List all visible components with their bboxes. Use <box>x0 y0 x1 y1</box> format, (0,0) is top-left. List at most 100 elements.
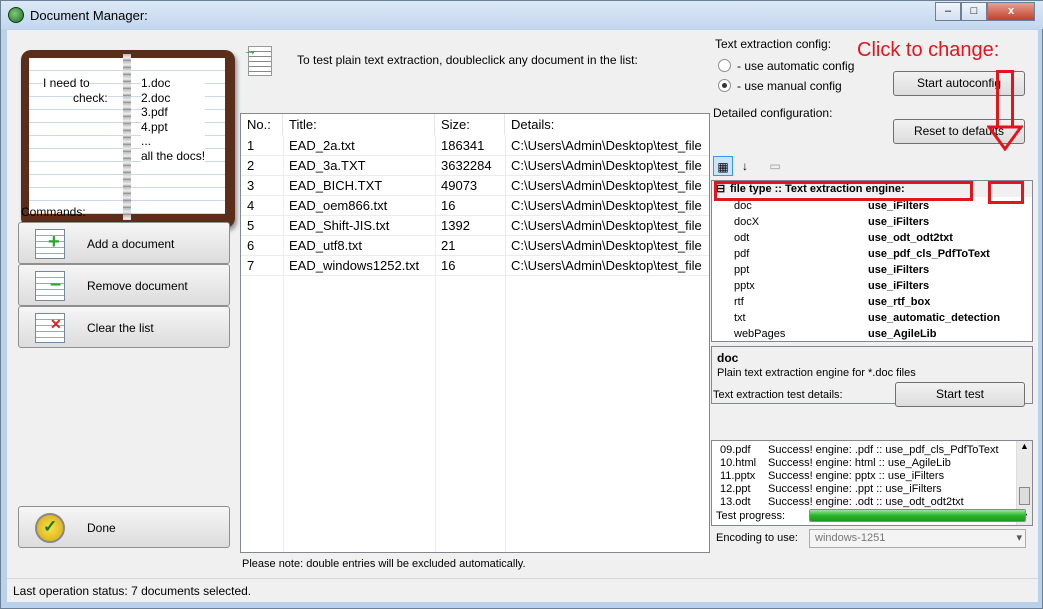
notebook-illustration: I need to check: 1.doc 2.doc 3.pdf 4.ppt… <box>21 50 235 228</box>
property-row-pdf[interactable]: pdf use_pdf_cls_PdfToText <box>712 246 1032 262</box>
maximize-button[interactable]: □ <box>961 2 987 21</box>
cell-details: C:\Users\Admin\Desktop\test_file <box>511 258 702 273</box>
property-row-odt[interactable]: odt use_odt_odt2txt <box>712 230 1032 246</box>
log-file: 10.html <box>720 457 757 469</box>
auto-config-radio[interactable] <box>718 59 731 72</box>
scroll-thumb[interactable] <box>1019 487 1030 505</box>
log-line: 12.ppt Success! engine: .ppt :: use_iFilt… <box>720 483 942 496</box>
property-value[interactable]: use_rtf_box <box>868 294 930 310</box>
property-row-docx[interactable]: docX use_iFilters <box>712 214 1032 230</box>
cell-size: 21 <box>441 238 456 253</box>
add-document-button[interactable]: + Add a document <box>18 222 230 264</box>
cell-no: 3 <box>247 178 255 193</box>
cell-title: EAD_Shift-JIS.txt <box>289 218 390 233</box>
table-row[interactable]: 2 EAD_3a.TXT 3632284 C:\Users\Admin\Desktop… <box>241 156 709 176</box>
column-header-details[interactable]: Details: <box>505 114 709 135</box>
app-icon <box>8 7 24 23</box>
annotation-highlight-row <box>714 181 973 201</box>
scroll-up-icon[interactable]: ▲ <box>1020 441 1029 451</box>
detailed-config-label: Detailed configuration: <box>713 106 833 120</box>
column-header-size[interactable]: Size: <box>435 114 505 135</box>
property-row-pptx[interactable]: pptx use_iFilters <box>712 278 1032 294</box>
property-row-ppt[interactable]: ppt use_iFilters <box>712 262 1032 278</box>
description-title: doc <box>717 351 739 365</box>
status-bar: Last operation status: 7 documents selec… <box>7 578 1038 601</box>
categorized-view-icon[interactable]: ▦ <box>713 156 733 176</box>
property-value[interactable]: use_automatic_detection <box>868 310 1000 326</box>
property-row-webpages[interactable]: webPages use_AgileLib <box>712 326 1032 341</box>
minimize-button[interactable]: – <box>935 2 961 21</box>
log-message: Success! engine: html :: use_AgileLib <box>768 457 951 469</box>
table-row[interactable]: 7 EAD_windows1252.txt 16 C:\Users\Admin\Des… <box>241 256 709 276</box>
clear-list-label: Clear the list <box>87 321 154 335</box>
status-text: Last operation status: 7 documents selec… <box>13 584 252 598</box>
column-header-title[interactable]: Title: <box>283 114 435 135</box>
notebook-list: 1.doc 2.doc 3.pdf 4.ppt ... all the docs… <box>141 76 206 163</box>
done-label: Done <box>87 521 116 535</box>
notebook-list-item: 4.ppt <box>141 119 206 134</box>
clear-list-button[interactable]: ✕ Clear the list <box>18 306 230 348</box>
test-progress-bar <box>809 509 1026 522</box>
start-test-button[interactable]: Start test <box>895 382 1025 407</box>
annotation-highlight-cell <box>988 181 1024 204</box>
cell-title: EAD_2a.txt <box>289 138 355 153</box>
row-divider <box>241 275 709 276</box>
remove-document-button[interactable]: – Remove document <box>18 264 230 306</box>
cell-title: EAD_oem866.txt <box>289 198 388 213</box>
notebook-list-item: all the docs! <box>141 148 206 163</box>
column-header-no[interactable]: No.: <box>241 114 283 135</box>
log-file: 13.odt <box>720 496 751 508</box>
property-value[interactable]: use_iFilters <box>868 214 929 230</box>
cell-title: EAD_BICH.TXT <box>289 178 383 193</box>
encoding-label: Encoding to use: <box>716 532 798 544</box>
property-row-rtf[interactable]: rtf use_rtf_box <box>712 294 1032 310</box>
property-pages-icon[interactable]: ▭ <box>765 156 785 176</box>
close-button[interactable]: x <box>987 2 1035 21</box>
add-document-icon: + <box>35 229 65 259</box>
table-row[interactable]: 1 EAD_2a.txt 186341 C:\Users\Admin\Desktop\… <box>241 136 709 156</box>
table-row[interactable]: 4 EAD_oem866.txt 16 C:\Users\Admin\Desktop\… <box>241 196 709 216</box>
property-value[interactable]: use_iFilters <box>868 262 929 278</box>
cell-no: 7 <box>247 258 255 273</box>
notebook-text-line1: I need to <box>43 76 90 91</box>
done-button[interactable]: ✓ Done <box>18 506 230 548</box>
sort-alphabetical-icon[interactable]: ↓ <box>735 156 755 176</box>
property-value[interactable]: use_AgileLib <box>868 326 936 341</box>
cell-no: 4 <box>247 198 255 213</box>
cell-title: EAD_3a.TXT <box>289 158 366 173</box>
cell-no: 5 <box>247 218 255 233</box>
cell-size: 16 <box>441 258 456 273</box>
property-value[interactable]: use_iFilters <box>868 278 929 294</box>
log-line: 11.pptx Success! engine: pptx :: use_iFil… <box>720 470 944 483</box>
encoding-select[interactable]: windows-1251 ▾ <box>809 529 1026 548</box>
log-message: Success! engine: .odt :: use_odt_odt2txt <box>768 496 964 508</box>
cell-title: EAD_windows1252.txt <box>289 258 420 273</box>
property-row-txt[interactable]: txt use_automatic_detection <box>712 310 1032 326</box>
cell-size: 3632284 <box>441 158 492 173</box>
document-list[interactable]: No.: Title: Size: Details: 1 EAD_2a.txt 18… <box>240 113 710 553</box>
table-row[interactable]: 5 EAD_Shift-JIS.txt 1392 C:\Users\Admin\Des… <box>241 216 709 236</box>
app-window: Document Manager: – □ x I need to check:… <box>0 0 1043 609</box>
property-grid[interactable]: ⊟ file type :: Text extraction engine: do… <box>711 180 1033 342</box>
cell-size: 186341 <box>441 138 485 153</box>
table-row[interactable]: 6 EAD_utf8.txt 21 C:\Users\Admin\Desktop\te… <box>241 236 709 256</box>
cell-no: 6 <box>247 238 255 253</box>
property-key: pptx <box>734 280 755 292</box>
manual-config-radio[interactable] <box>718 79 731 92</box>
cell-size: 16 <box>441 198 456 213</box>
table-row[interactable]: 3 EAD_BICH.TXT 49073 C:\Users\Admin\Desktop… <box>241 176 709 196</box>
property-value[interactable]: use_odt_odt2txt <box>868 230 953 246</box>
property-value[interactable]: use_pdf_cls_PdfToText <box>868 246 990 262</box>
manual-config-label: - use manual config <box>737 79 842 93</box>
log-line: 10.html Success! engine: html :: use_Agil… <box>720 457 951 470</box>
checkmark-gear-icon: ✓ <box>35 513 65 543</box>
notebook-list-item: ... <box>141 134 206 149</box>
cell-details: C:\Users\Admin\Desktop\test_file <box>511 158 702 173</box>
auto-config-label: - use automatic config <box>737 59 855 73</box>
chevron-down-icon[interactable]: ▾ <box>1016 530 1022 547</box>
property-key: ppt <box>734 264 750 276</box>
log-line: 09.pdf Success! engine: .pdf :: use_pdf_c… <box>720 444 999 457</box>
notebook-spine <box>123 54 131 220</box>
progress-label: Test progress: <box>716 510 786 522</box>
cell-details: C:\Users\Admin\Desktop\test_file <box>511 198 702 213</box>
